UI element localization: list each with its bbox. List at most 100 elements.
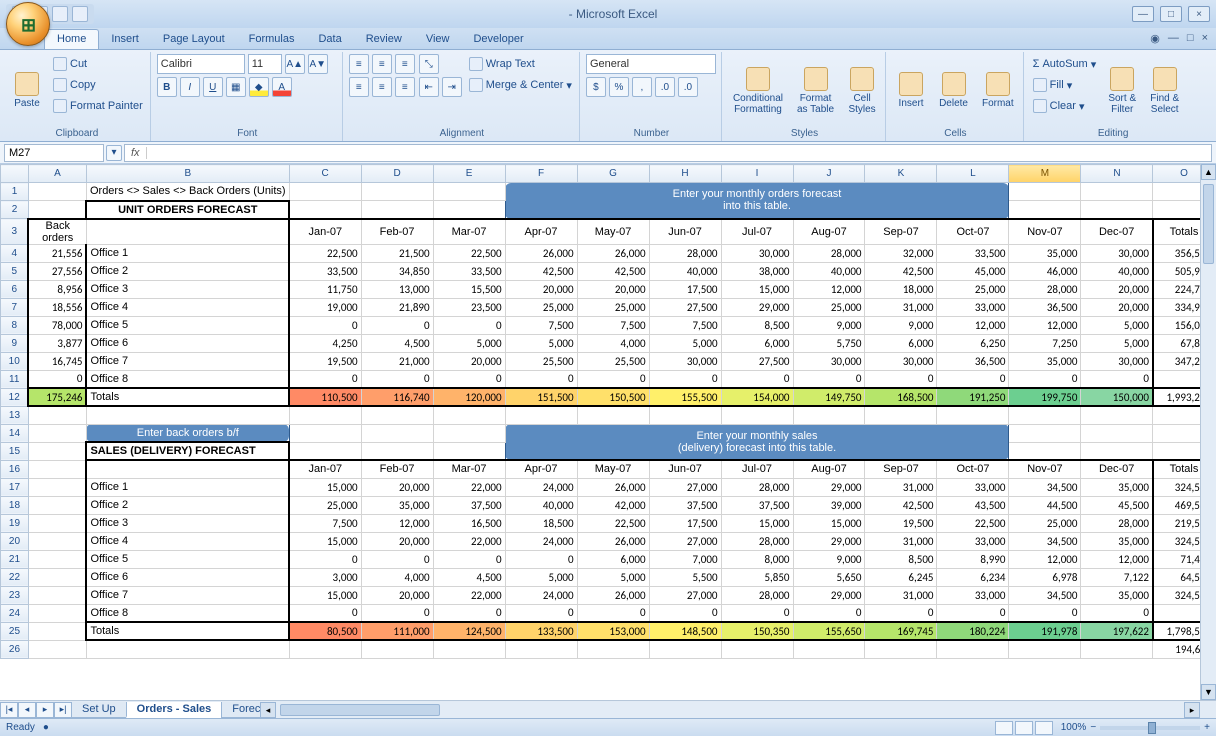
cell[interactable]: 35,000: [361, 496, 433, 514]
cell[interactable]: 154,000: [721, 388, 793, 406]
cell[interactable]: 8,990: [937, 550, 1009, 568]
cell[interactable]: 0: [865, 370, 937, 388]
cell[interactable]: Sep-07: [865, 460, 937, 478]
row-header[interactable]: 6: [1, 280, 29, 298]
cell[interactable]: 153,000: [577, 622, 649, 640]
cell[interactable]: 7,500: [649, 316, 721, 334]
qat-dropdown-icon[interactable]: [72, 6, 88, 22]
qat-redo-icon[interactable]: [52, 6, 68, 22]
col-header[interactable]: F: [505, 165, 577, 183]
cell[interactable]: 21,890: [361, 298, 433, 316]
decrease-decimal-button[interactable]: .0: [678, 77, 698, 97]
cell[interactable]: Office 2: [86, 262, 289, 280]
cell[interactable]: 22,000: [433, 478, 505, 496]
cell[interactable]: 15,000: [289, 586, 361, 604]
cell[interactable]: 5,000: [577, 568, 649, 586]
cell[interactable]: [1081, 201, 1153, 219]
cell[interactable]: 39,000: [793, 496, 865, 514]
cell[interactable]: [28, 406, 86, 424]
cell[interactable]: 21,500: [361, 244, 433, 262]
cell[interactable]: 20,000: [1081, 298, 1153, 316]
cell[interactable]: [289, 201, 361, 219]
cell[interactable]: 191,250: [937, 388, 1009, 406]
row-header[interactable]: 24: [1, 604, 29, 622]
cell[interactable]: 12,000: [937, 316, 1009, 334]
cell[interactable]: 33,500: [433, 262, 505, 280]
sheet-nav-next[interactable]: ▸: [36, 702, 54, 718]
cell[interactable]: [28, 478, 86, 496]
cell[interactable]: 25,000: [1009, 514, 1081, 532]
cell[interactable]: Office 5: [86, 550, 289, 568]
cell[interactable]: 13,000: [361, 280, 433, 298]
cell[interactable]: [361, 442, 433, 460]
fill-button[interactable]: Fill ▾: [1030, 75, 1100, 95]
cell[interactable]: 0: [505, 370, 577, 388]
cell[interactable]: 28,000: [721, 532, 793, 550]
cell[interactable]: 16,500: [433, 514, 505, 532]
cell[interactable]: 0: [289, 550, 361, 568]
cell[interactable]: [28, 496, 86, 514]
cell[interactable]: 7,000: [649, 550, 721, 568]
cell[interactable]: 30,000: [1081, 352, 1153, 370]
col-header[interactable]: D: [361, 165, 433, 183]
align-right-button[interactable]: ≡: [395, 77, 415, 97]
cell[interactable]: Mar-07: [433, 460, 505, 478]
cell[interactable]: 148,500: [649, 622, 721, 640]
tab-page-layout[interactable]: Page Layout: [151, 30, 237, 49]
cell[interactable]: 12,000: [1009, 550, 1081, 568]
cell[interactable]: 5,000: [1081, 334, 1153, 352]
cell[interactable]: [361, 406, 433, 424]
col-header[interactable]: M: [1009, 165, 1081, 183]
cell[interactable]: Aug-07: [793, 460, 865, 478]
cell[interactable]: 22,500: [577, 514, 649, 532]
cell[interactable]: 3,877: [28, 334, 86, 352]
cell[interactable]: May-07: [577, 460, 649, 478]
italic-button[interactable]: I: [180, 77, 200, 97]
view-pagebreak-button[interactable]: [1035, 721, 1053, 735]
tab-view[interactable]: View: [414, 30, 462, 49]
row-header[interactable]: 10: [1, 352, 29, 370]
cell[interactable]: 25,500: [505, 352, 577, 370]
cell[interactable]: 42,500: [865, 262, 937, 280]
cell[interactable]: Office 7: [86, 586, 289, 604]
col-header[interactable]: H: [649, 165, 721, 183]
cell[interactable]: [1009, 201, 1081, 219]
cell[interactable]: 150,350: [721, 622, 793, 640]
cell[interactable]: [433, 201, 505, 219]
cell[interactable]: 37,500: [433, 496, 505, 514]
cell[interactable]: 7,122: [1081, 568, 1153, 586]
cell[interactable]: 26,000: [577, 244, 649, 262]
cell[interactable]: Apr-07: [505, 460, 577, 478]
comma-button[interactable]: ,: [632, 77, 652, 97]
cell[interactable]: 28,000: [721, 478, 793, 496]
cell[interactable]: 155,650: [793, 622, 865, 640]
delete-cells-button[interactable]: Delete: [934, 54, 973, 127]
cell[interactable]: Nov-07: [1009, 219, 1081, 245]
cell[interactable]: [28, 550, 86, 568]
cell[interactable]: 197,622: [1081, 622, 1153, 640]
cell[interactable]: 0: [577, 370, 649, 388]
increase-indent-button[interactable]: ⇥: [442, 77, 462, 97]
cell[interactable]: 0: [1081, 370, 1153, 388]
cell[interactable]: 20,000: [505, 280, 577, 298]
cell[interactable]: 7,250: [1009, 334, 1081, 352]
cell[interactable]: 31,000: [865, 586, 937, 604]
cell[interactable]: 29,000: [721, 298, 793, 316]
cell[interactable]: [865, 640, 937, 658]
cell[interactable]: 4,000: [577, 334, 649, 352]
cell[interactable]: 31,000: [865, 478, 937, 496]
cell[interactable]: Totals: [86, 622, 289, 640]
cell[interactable]: 32,000: [865, 244, 937, 262]
row-header[interactable]: 17: [1, 478, 29, 496]
row-header[interactable]: 13: [1, 406, 29, 424]
cell[interactable]: [86, 219, 289, 245]
cell[interactable]: 6,245: [865, 568, 937, 586]
cell[interactable]: 3,000: [289, 568, 361, 586]
cell[interactable]: 9,000: [793, 316, 865, 334]
cell[interactable]: 9,000: [865, 316, 937, 334]
cell[interactable]: 0: [289, 604, 361, 622]
align-bottom-button[interactable]: ≡: [395, 54, 415, 74]
cell[interactable]: 28,000: [793, 244, 865, 262]
cell[interactable]: 0: [577, 604, 649, 622]
decrease-indent-button[interactable]: ⇤: [419, 77, 439, 97]
